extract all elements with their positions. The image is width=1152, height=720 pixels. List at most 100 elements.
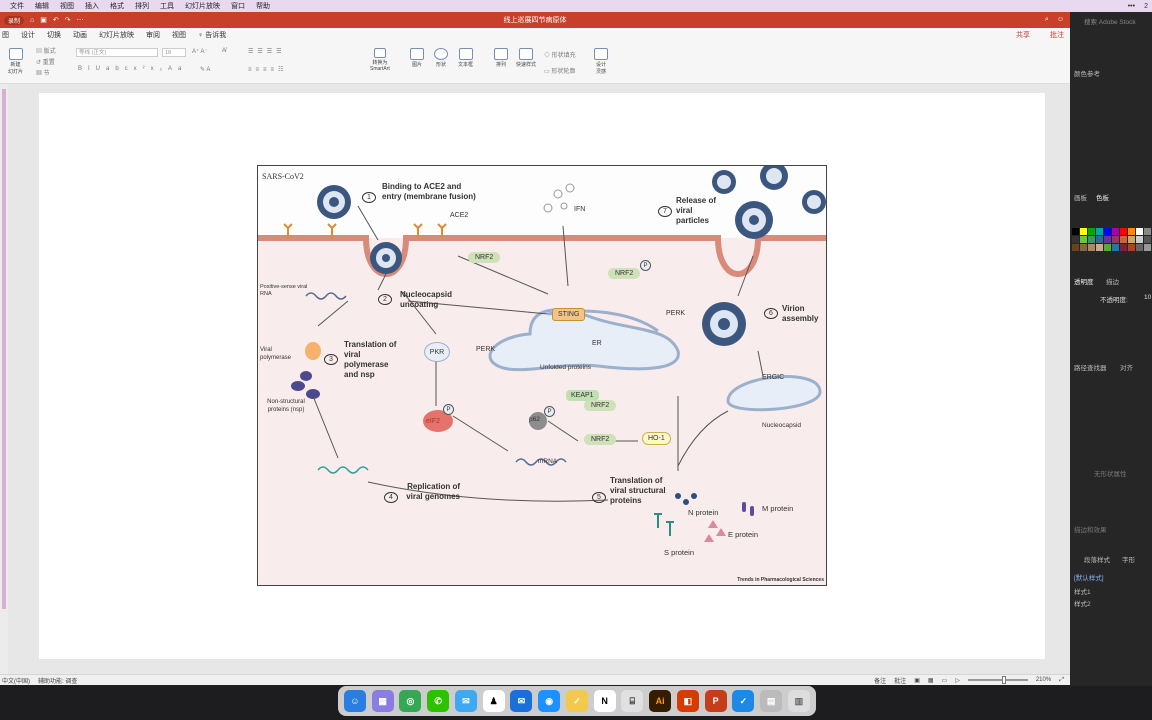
swatch[interactable] — [1128, 228, 1135, 235]
swatch[interactable] — [1080, 244, 1087, 251]
panel-transparency-tab[interactable]: 透明度 — [1074, 276, 1094, 286]
layout-button[interactable]: ▤ 版式 — [36, 46, 56, 55]
swatch[interactable] — [1112, 228, 1119, 235]
swatch[interactable] — [1072, 228, 1079, 235]
tab-view[interactable]: 视图 — [172, 30, 186, 40]
opacity-value[interactable]: 10 — [1144, 294, 1151, 301]
illustrator-app-icon[interactable]: Ai — [649, 690, 672, 712]
slide-canvas[interactable]: SARS-CoV2 Trends in Pharmacological Scie… — [39, 93, 1045, 659]
tab-home[interactable]: 图 — [2, 30, 9, 40]
swatch[interactable] — [1120, 244, 1127, 251]
notes-app-icon[interactable]: ✓ — [565, 690, 588, 712]
swatch[interactable] — [1096, 236, 1103, 243]
swatch[interactable] — [1112, 236, 1119, 243]
shape-fill-button[interactable]: ◇ 形状填充 — [544, 50, 576, 59]
language-status[interactable]: 中文(中国) — [2, 676, 30, 685]
tell-me[interactable]: ♀ 告诉我 — [198, 30, 226, 40]
tab-slideshow[interactable]: 幻灯片放映 — [99, 30, 134, 40]
panel-swatches-tab[interactable]: 色板 — [1096, 192, 1109, 202]
more-icon[interactable]: ⋯ — [77, 16, 84, 24]
fit-slide-icon[interactable]: ⤢ — [1059, 677, 1064, 684]
designer-button[interactable]: 设计 灵感 — [594, 48, 608, 75]
account-icon[interactable]: ☺ — [1057, 16, 1064, 24]
style-1[interactable]: 样式1 — [1074, 586, 1091, 596]
mail-app-icon[interactable]: ✉ — [510, 690, 533, 712]
thumbnail-scroll[interactable] — [2, 89, 6, 609]
swatch[interactable] — [1112, 244, 1119, 251]
zoom-slider[interactable] — [967, 676, 1028, 684]
slideshow-icon[interactable]: ▷ — [955, 677, 960, 684]
panel-artboard-tab[interactable]: 画板 — [1074, 192, 1087, 202]
swatch[interactable] — [1128, 244, 1135, 251]
panel-pathfinder-tab[interactable]: 路径查找器 — [1074, 362, 1107, 372]
swatch[interactable] — [1144, 244, 1151, 251]
more-icon[interactable]: ••• — [1128, 3, 1135, 10]
messages-app-icon[interactable]: ✉ — [454, 690, 477, 712]
swatch[interactable] — [1104, 244, 1111, 251]
menu-item-tools[interactable]: 工具 — [160, 1, 174, 11]
powerpoint-app-icon[interactable]: P — [704, 690, 727, 712]
tab-design[interactable]: 设计 — [21, 30, 35, 40]
files-app-icon[interactable]: ▤ — [760, 690, 783, 712]
comments-button[interactable]: 批注 — [894, 676, 906, 685]
textbox-button[interactable]: 文本框 — [458, 48, 473, 68]
tab-animations[interactable]: 动画 — [73, 30, 87, 40]
style-2[interactable]: 样式2 — [1074, 598, 1091, 608]
undo-icon[interactable]: ↶ — [53, 16, 59, 24]
shape-outline-button[interactable]: ▭ 形状轮廓 — [544, 66, 575, 75]
accessibility-status[interactable]: 辅助功能: 调查 — [38, 676, 77, 685]
chrome-app-icon[interactable]: ◎ — [399, 690, 422, 712]
normal-view-icon[interactable]: ▣ — [914, 677, 920, 684]
office-app-icon[interactable]: ◧ — [676, 690, 699, 712]
tab-transitions[interactable]: 切换 — [47, 30, 61, 40]
swatch[interactable] — [1096, 228, 1103, 235]
redo-icon[interactable]: ↷ — [65, 16, 71, 24]
swatch[interactable] — [1072, 236, 1079, 243]
font-name-select[interactable]: 等线 (正文) — [76, 48, 158, 57]
style-default[interactable]: [默认样式] — [1074, 572, 1104, 582]
slide-thumbnails-pane[interactable] — [0, 84, 8, 674]
qq-app-icon[interactable]: ♟ — [482, 690, 505, 712]
comment-button[interactable]: 批注 — [1050, 30, 1064, 40]
app-store-icon[interactable]: ✓ — [732, 690, 755, 712]
notion-app-icon[interactable]: N — [593, 690, 616, 712]
font-size-select[interactable]: 18 — [162, 48, 186, 57]
word-app-icon[interactable]: ⌸ — [621, 690, 644, 712]
swatch[interactable] — [1136, 236, 1143, 243]
wechat-app-icon[interactable]: ✆ — [427, 690, 450, 712]
swatch[interactable] — [1088, 236, 1095, 243]
launchpad-app-icon[interactable]: ▦ — [371, 690, 394, 712]
swatch[interactable] — [1080, 236, 1087, 243]
swatch[interactable] — [1072, 244, 1079, 251]
sorter-view-icon[interactable]: ▦ — [928, 677, 934, 684]
swatch[interactable] — [1088, 244, 1095, 251]
swatch[interactable] — [1096, 244, 1103, 251]
menu-item-insert[interactable]: 插入 — [85, 1, 99, 11]
arrange-button[interactable]: 排列 — [494, 48, 508, 68]
swatch-grid[interactable] — [1072, 228, 1151, 251]
panel-stroke-tab[interactable]: 描边 — [1106, 276, 1119, 286]
stock-search-input[interactable]: 搜索 Adobe Stock — [1084, 16, 1136, 26]
swatch[interactable] — [1144, 236, 1151, 243]
list-buttons[interactable]: ☰☰☰☰ — [248, 48, 286, 55]
swatch[interactable] — [1120, 236, 1127, 243]
finder-app-icon[interactable]: ☺ — [343, 690, 366, 712]
swatch[interactable] — [1104, 236, 1111, 243]
picture-button[interactable]: 图片 — [410, 48, 424, 68]
menu-item-edit[interactable]: 编辑 — [35, 1, 49, 11]
swatch[interactable] — [1080, 228, 1087, 235]
menu-item-window[interactable]: 窗口 — [231, 1, 245, 11]
reset-button[interactable]: ↺ 重置 — [36, 57, 55, 66]
swatch[interactable] — [1088, 228, 1095, 235]
menu-item-format[interactable]: 格式 — [110, 1, 124, 11]
reading-view-icon[interactable]: ▭ — [942, 677, 948, 684]
quick-styles-button[interactable]: 快速样式 — [516, 48, 536, 68]
swatch[interactable] — [1120, 228, 1127, 235]
panel-paragraph-styles-tab[interactable]: 段落样式 — [1084, 554, 1110, 564]
menu-item-slideshow[interactable]: 幻灯片放映 — [185, 1, 220, 11]
panel-align-tab[interactable]: 对齐 — [1120, 362, 1133, 372]
zoom-level[interactable]: 210% — [1036, 677, 1051, 683]
swatch[interactable] — [1144, 228, 1151, 235]
swatch[interactable] — [1136, 244, 1143, 251]
home-icon[interactable]: ⌂ — [30, 17, 34, 24]
